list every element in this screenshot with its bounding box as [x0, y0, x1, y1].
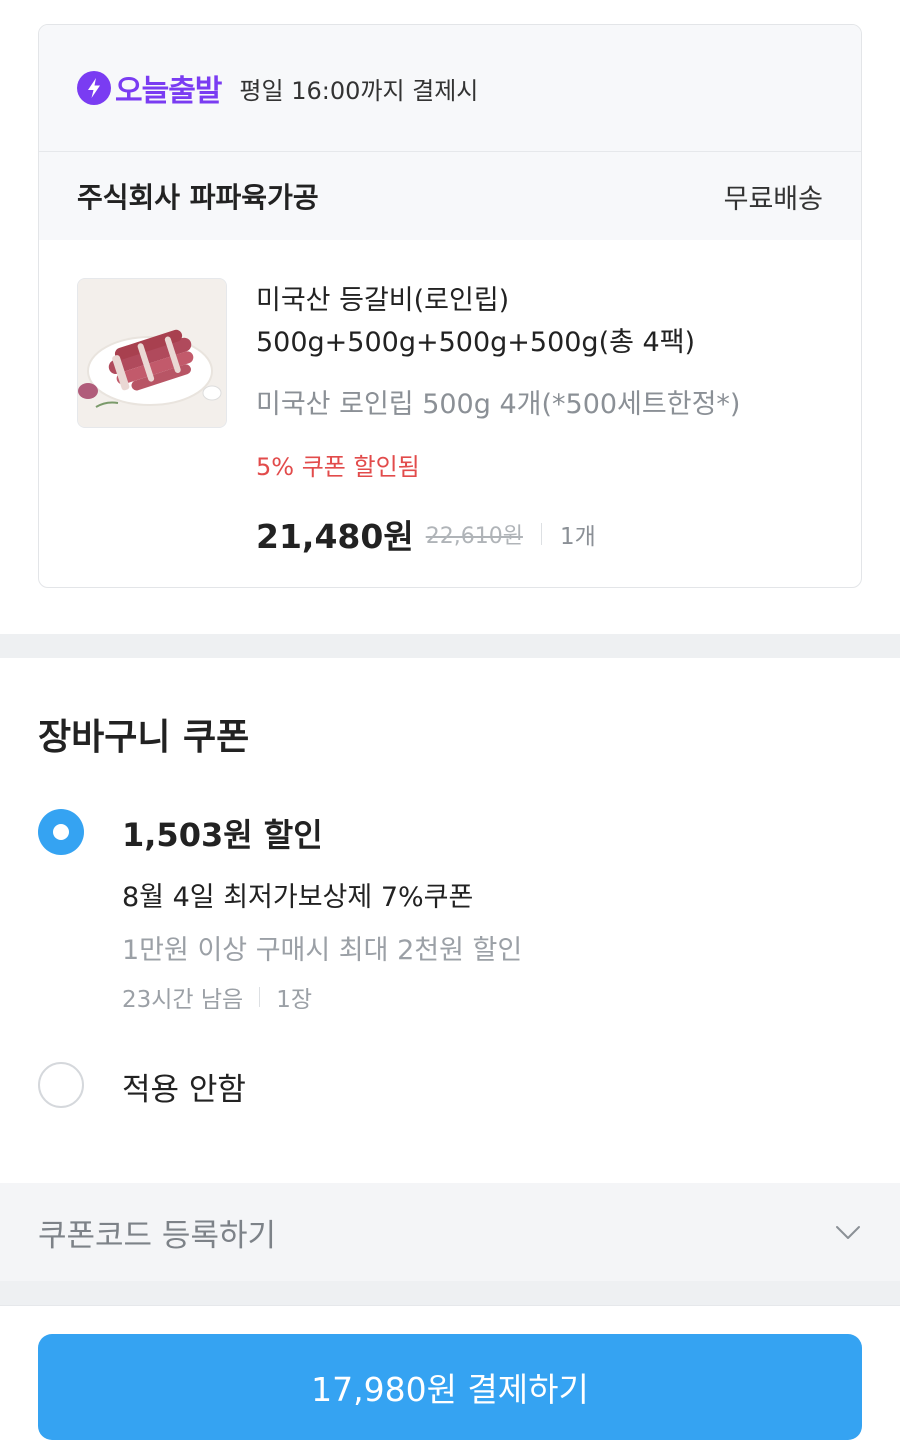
delivery-bar: 오늘출발 평일 16:00까지 결제시 [39, 25, 861, 152]
product-info: 미국산 등갈비(로인립) 500g+500g+500g+500g(총 4팩) 미… [256, 280, 841, 558]
coupon-meta: 23시간 남음 1장 [122, 980, 312, 1014]
no-coupon-label: 적용 안함 [122, 1072, 246, 1108]
coupon-name: 8월 4일 최저가보상제 7%쿠폰 [122, 882, 474, 913]
product-title-line-1: 미국산 등갈비(로인립) [256, 285, 510, 316]
coupon-discount-amount: 1,503원 할인 [122, 816, 323, 854]
coupon-count: 1장 [276, 987, 313, 1013]
product-title-line-2: 500g+500g+500g+500g(총 4팩) [256, 327, 696, 358]
coupon-condition: 1만원 이상 구매시 최대 2천원 할인 [122, 935, 523, 966]
product-item: 미국산 등갈비(로인립) 500g+500g+500g+500g(총 4팩) 미… [39, 240, 861, 587]
lightning-bolt-icon [77, 71, 111, 105]
price-row: 21,480원 22,610원 1개 [256, 510, 841, 558]
quantity: 1개 [559, 524, 596, 550]
bottom-action-bar: 17,980원 결제하기 [0, 1305, 900, 1445]
delivery-brand: 오늘출발 [115, 74, 222, 109]
coupon-code-register-label: 쿠폰코드 등록하기 [38, 1217, 277, 1254]
coupon-applied-label: 5% 쿠폰 할인됨 [256, 453, 420, 481]
coupon-time-left: 23시간 남음 [122, 987, 244, 1013]
section-divider-bottom [0, 1281, 900, 1305]
radio-unselected-icon[interactable] [38, 1062, 84, 1108]
checkout-page: 오늘출발 평일 16:00까지 결제시 주식회사 파파육가공 무료배송 미국산 … [0, 0, 900, 1445]
radio-selected-icon[interactable] [38, 809, 84, 855]
seller-row: 주식회사 파파육가공 무료배송 [39, 152, 861, 240]
coupon-code-register-row[interactable]: 쿠폰코드 등록하기 [0, 1183, 900, 1281]
product-option: 미국산 로인립 500g 4개(*500세트한정*) [256, 389, 741, 420]
product-thumbnail[interactable] [77, 278, 227, 428]
cart-coupon-heading: 장바구니 쿠폰 [38, 717, 250, 758]
product-title[interactable]: 미국산 등갈비(로인립) 500g+500g+500g+500g(총 4팩) [256, 280, 841, 364]
shipping-fee: 무료배송 [723, 183, 823, 215]
chevron-down-icon [836, 1226, 860, 1239]
order-card: 오늘출발 평일 16:00까지 결제시 주식회사 파파육가공 무료배송 미국산 … [38, 24, 862, 588]
pay-button[interactable]: 17,980원 결제하기 [38, 1334, 862, 1440]
delivery-note: 평일 16:00까지 결제시 [239, 76, 479, 105]
section-divider [0, 634, 900, 658]
today-delivery-badge: 오늘출발 [77, 66, 222, 110]
divider [259, 987, 261, 1007]
sale-price: 21,480원 [256, 517, 414, 556]
divider [540, 523, 542, 545]
original-price: 22,610원 [425, 524, 523, 549]
seller-name[interactable]: 주식회사 파파육가공 [77, 176, 319, 216]
